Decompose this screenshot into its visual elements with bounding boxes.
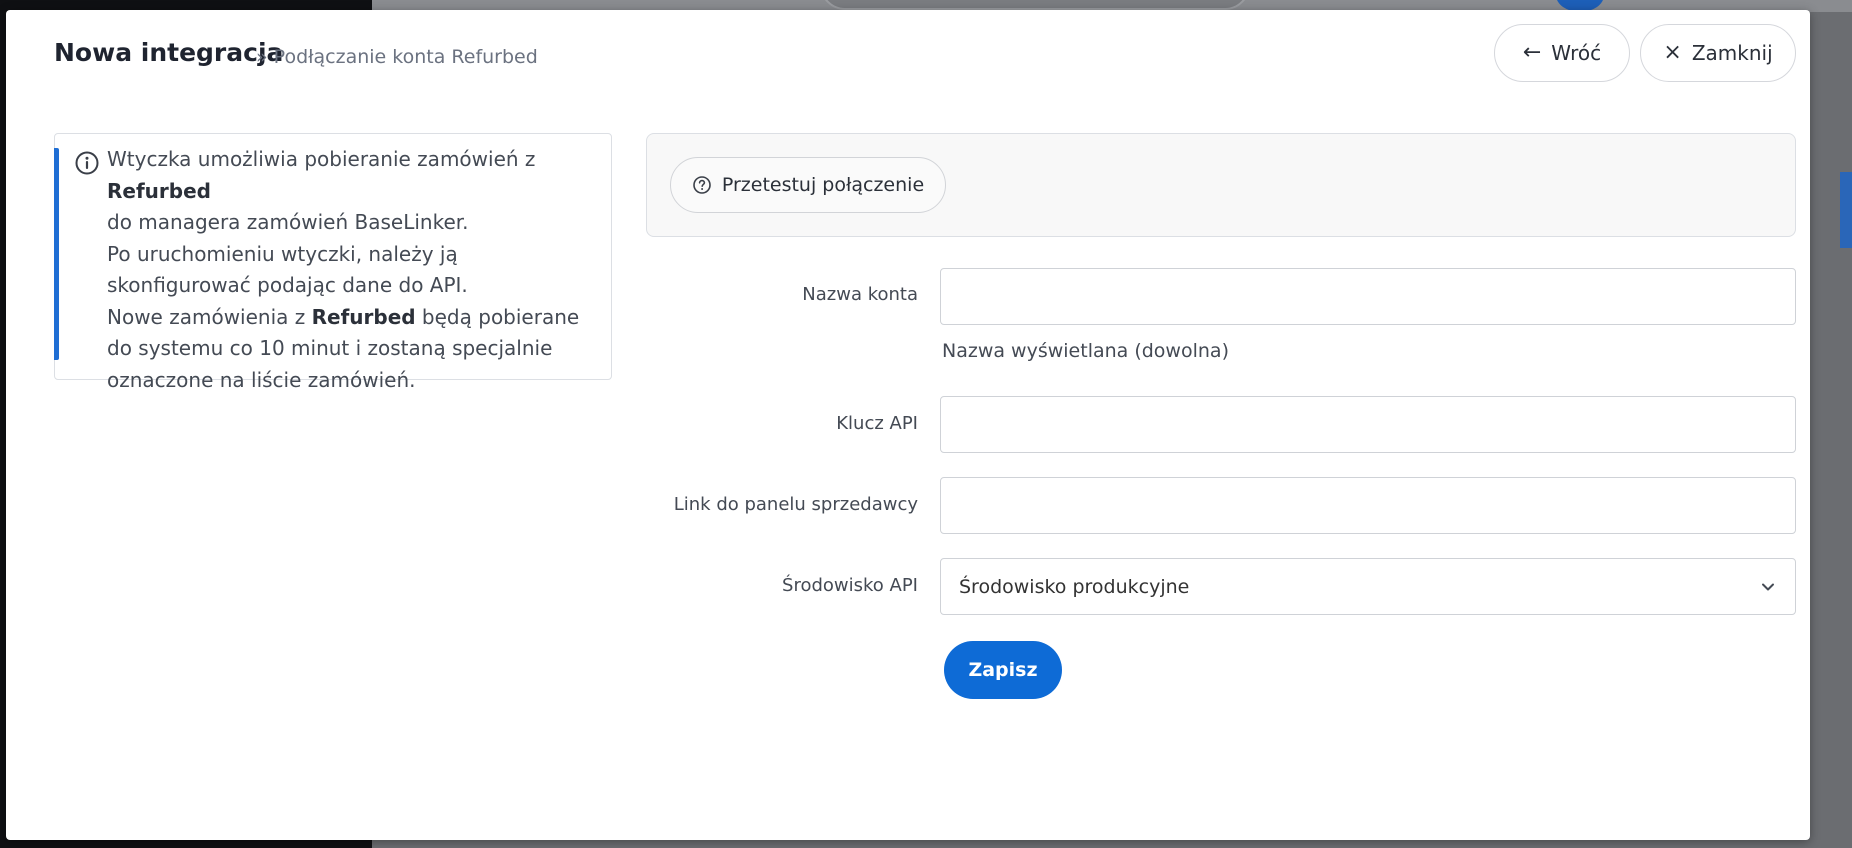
breadcrumb: » Podłączanie konta Refurbed <box>256 46 538 68</box>
test-connection-button[interactable]: Przetestuj połączenie <box>670 157 946 213</box>
chevron-down-icon <box>1762 583 1774 590</box>
api-env-label: Środowisko API <box>782 575 918 596</box>
back-button[interactable]: ← Wróć <box>1494 24 1630 82</box>
info-brand-1: Refurbed <box>107 178 211 203</box>
info-accent-bar <box>54 148 59 360</box>
arrow-left-icon: ← <box>1522 40 1542 65</box>
api-env-select[interactable]: Środowisko produkcyjne <box>940 558 1796 615</box>
seller-link-input[interactable] <box>940 477 1796 534</box>
seller-link-label: Link do panelu sprzedawcy <box>673 494 918 515</box>
close-button[interactable]: × Zamknij <box>1640 24 1796 82</box>
info-text: Wtyczka umożliwia pobieranie zamówień z … <box>107 144 601 396</box>
info-line-3: Po uruchomieniu wtyczki, należy ją skonf… <box>107 241 468 298</box>
back-button-label: Wróć <box>1551 41 1602 65</box>
account-name-help: Nazwa wyświetlana (dowolna) <box>942 340 1229 362</box>
background-search-pill <box>820 0 1250 10</box>
api-key-label: Klucz API <box>836 413 918 434</box>
info-line-4-pre: Nowe zamówienia z <box>107 304 312 329</box>
integration-modal: Nowa integracja » Podłączanie konta Refu… <box>6 10 1810 840</box>
save-button[interactable]: Zapisz <box>944 641 1062 699</box>
test-connection-label: Przetestuj połączenie <box>721 174 925 196</box>
close-button-label: Zamknij <box>1691 41 1773 65</box>
info-brand-2: Refurbed <box>311 304 416 329</box>
question-circle-icon <box>693 176 711 194</box>
info-icon <box>75 151 99 175</box>
account-name-label: Nazwa konta <box>802 284 918 305</box>
info-line-2: do managera zamówień BaseLinker. <box>107 210 469 234</box>
background-accent-strip <box>1840 172 1852 248</box>
info-line-1: Wtyczka umożliwia pobieranie zamówień z <box>107 147 536 171</box>
info-box: Wtyczka umożliwia pobieranie zamówień z … <box>54 133 612 392</box>
close-icon: × <box>1663 40 1682 65</box>
api-key-input[interactable] <box>940 396 1796 453</box>
api-env-selected-value: Środowisko produkcyjne <box>959 575 1190 598</box>
page-title: Nowa integracja <box>54 38 284 67</box>
test-connection-panel: Przetestuj połączenie <box>646 133 1796 237</box>
account-name-input[interactable] <box>940 268 1796 325</box>
